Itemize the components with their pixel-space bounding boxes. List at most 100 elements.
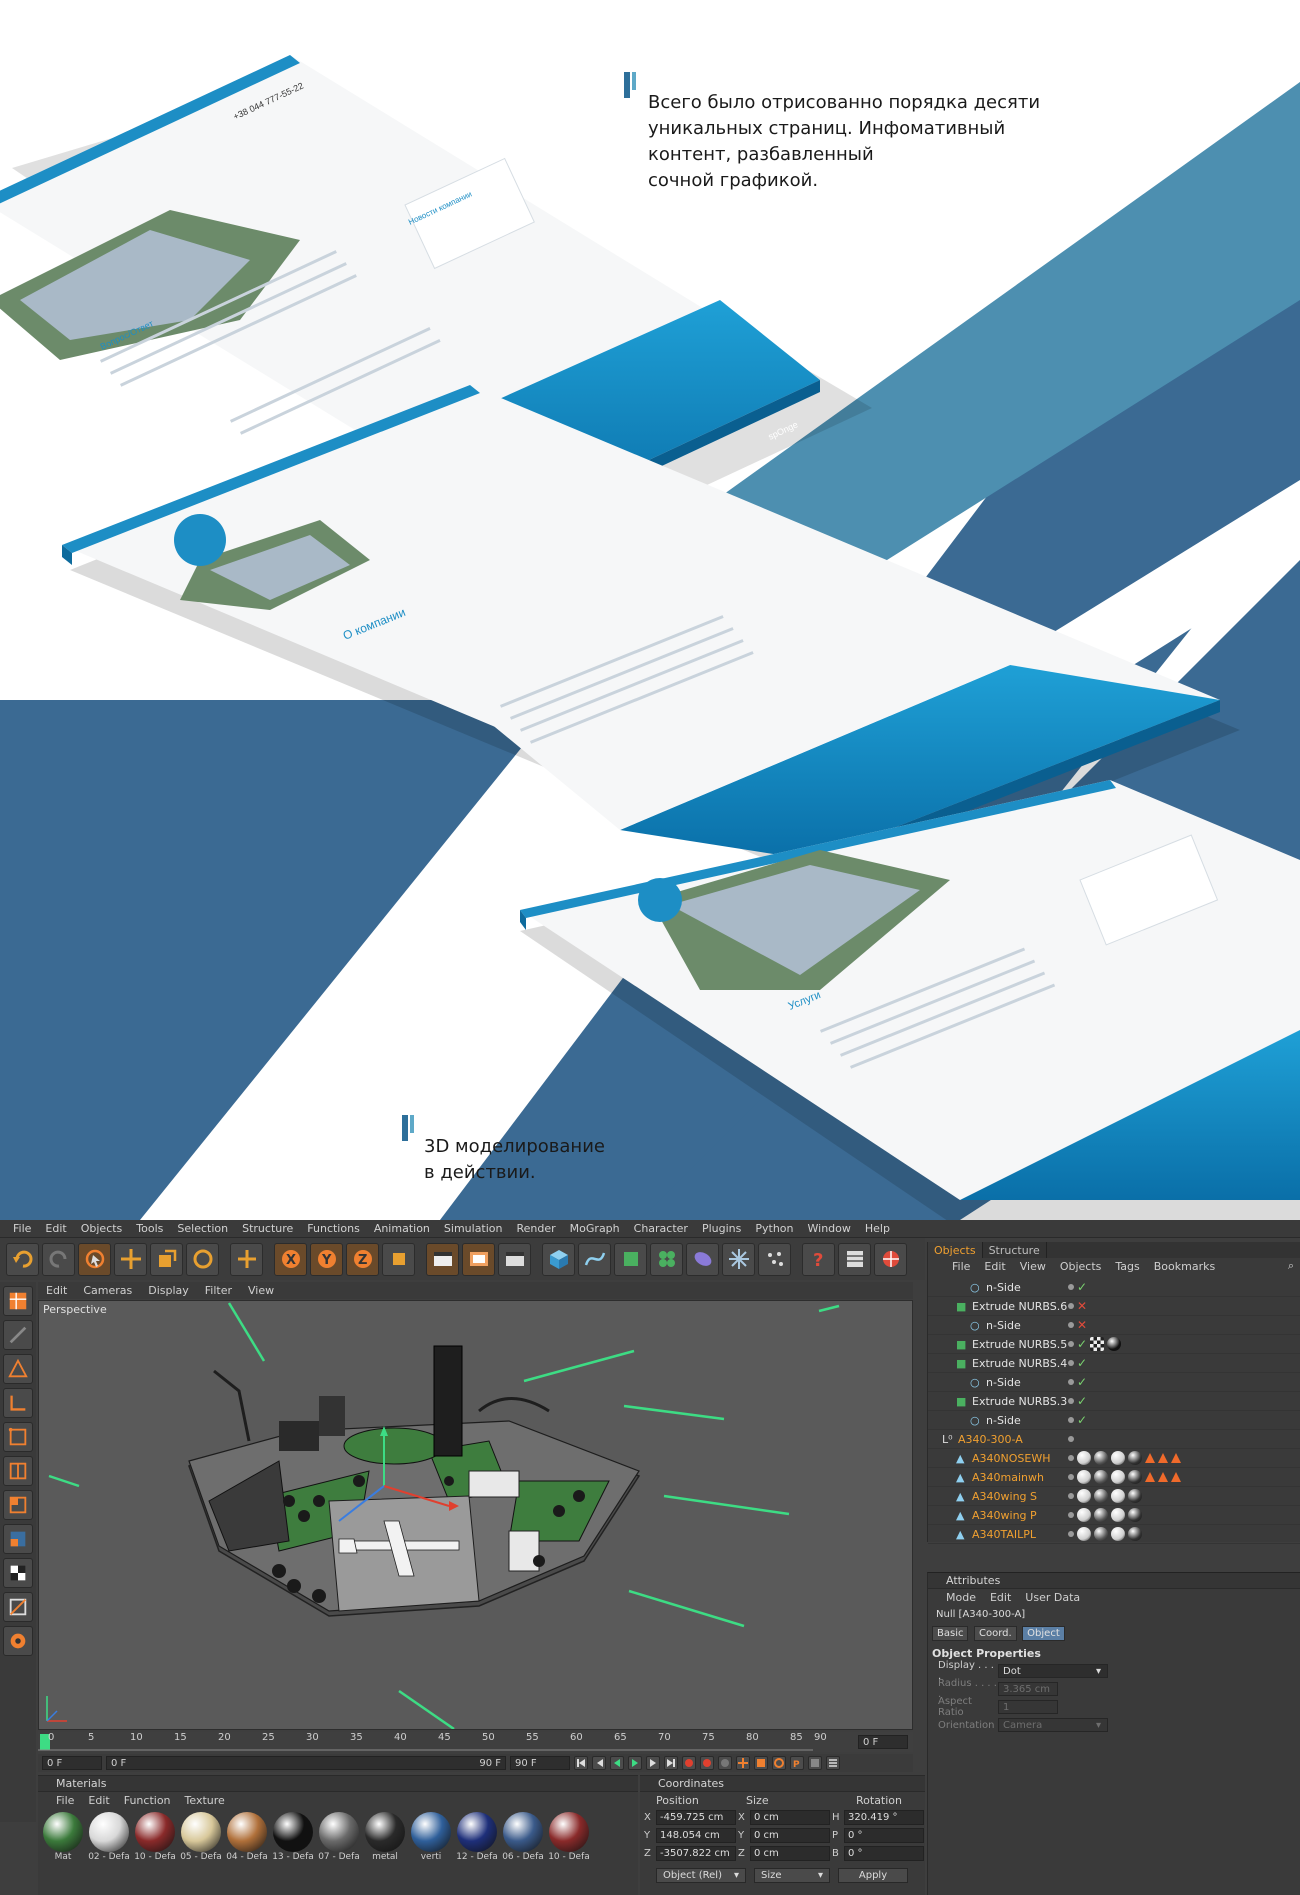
object-row[interactable]: ■ Extrude NURBS.6 ✕ [928,1297,1300,1316]
add-icon[interactable] [230,1242,263,1276]
material-tag-icon[interactable] [1111,1527,1125,1541]
perspective-viewport[interactable]: Perspective [38,1300,913,1730]
material-tag-icon[interactable] [1077,1451,1091,1465]
make-editable-icon[interactable] [3,1286,33,1316]
material-tag-icon[interactable] [1128,1489,1142,1503]
nurbs-icon[interactable] [614,1242,647,1276]
deformer-icon[interactable] [686,1242,719,1276]
preview-range-field[interactable]: 0 F 90 F [106,1756,506,1770]
current-frame-field[interactable]: 0 F [858,1735,908,1749]
visibility-dot-icon[interactable] [1068,1303,1074,1309]
visibility-dot-icon[interactable] [1068,1284,1074,1290]
visibility-dot-icon[interactable] [1068,1474,1074,1480]
visibility-dot-icon[interactable] [1068,1455,1074,1461]
material-swatch[interactable]: 04 - Defa [226,1812,268,1862]
objects-menu-view[interactable]: View [1020,1260,1046,1273]
apply-button[interactable]: Apply [838,1867,908,1883]
undo-icon[interactable] [6,1242,39,1276]
menu-objects[interactable]: Objects [74,1222,130,1235]
attributes-menu-user-data[interactable]: User Data [1025,1591,1080,1604]
materials-menu-function[interactable]: Function [124,1794,171,1807]
object-row[interactable]: ○ n-Side ✓ [928,1373,1300,1392]
menu-plugins[interactable]: Plugins [695,1222,748,1235]
menu-mograph[interactable]: MoGraph [563,1222,627,1235]
edges-mode-icon[interactable] [3,1456,33,1486]
menu-tools[interactable]: Tools [129,1222,170,1235]
material-tag-icon[interactable] [1077,1508,1091,1522]
rotation-p-field[interactable]: 0 ° [844,1827,924,1843]
rotation-h-field[interactable]: 320.419 ° [844,1809,924,1825]
array-icon[interactable] [650,1242,683,1276]
menu-window[interactable]: Window [801,1222,858,1235]
menu-file[interactable]: File [6,1222,38,1235]
material-tag-icon[interactable] [1094,1527,1108,1541]
visibility-dot-icon[interactable] [1068,1512,1074,1518]
move-icon[interactable] [114,1242,147,1276]
coordinate-system-icon[interactable] [382,1242,415,1276]
material-swatch[interactable]: 02 - Defa [88,1812,130,1862]
tab-object[interactable]: Object [1022,1626,1065,1641]
scale-key-icon[interactable] [754,1756,768,1770]
material-swatch[interactable]: Mat [42,1812,84,1862]
disabled-icon[interactable]: ✕ [1077,1300,1087,1312]
z-axis-icon[interactable]: Z [346,1242,379,1276]
objects-menu-tags[interactable]: Tags [1115,1260,1139,1273]
menu-selection[interactable]: Selection [170,1222,235,1235]
coordinate-mode-dropdown[interactable]: Object (Rel) ▾ [656,1867,746,1883]
pla-key-icon[interactable] [808,1756,822,1770]
material-tag-icon[interactable] [1128,1451,1142,1465]
size-z-field[interactable]: 0 cm [750,1845,830,1861]
enabled-check-icon[interactable]: ✓ [1077,1395,1087,1407]
play-icon[interactable] [628,1756,642,1770]
size-mode-dropdown[interactable]: Size ▾ [754,1867,830,1883]
orientation-dropdown[interactable]: Camera ▾ [998,1718,1108,1732]
material-swatch[interactable]: 12 - Defa [456,1812,498,1862]
record-icon[interactable] [682,1756,696,1770]
scale-icon[interactable] [150,1242,183,1276]
object-row[interactable]: ■ Extrude NURBS.5 ✓ [928,1335,1300,1354]
menu-simulation[interactable]: Simulation [437,1222,510,1235]
enabled-check-icon[interactable]: ✓ [1077,1357,1087,1369]
rotate-icon[interactable] [186,1242,219,1276]
texture-tag-icon[interactable] [1090,1337,1105,1351]
material-tag-icon[interactable] [1111,1489,1125,1503]
material-tag-icon[interactable] [1094,1489,1108,1503]
live-select-icon[interactable] [78,1242,111,1276]
viewport-menu-edit[interactable]: Edit [38,1284,75,1297]
material-tag-icon[interactable] [1128,1508,1142,1522]
material-tag-icon[interactable] [1128,1527,1142,1541]
menu-help[interactable]: Help [858,1222,897,1235]
cube-icon[interactable] [542,1242,575,1276]
polygons-mode-icon[interactable] [3,1490,33,1520]
material-tag-icon[interactable] [1094,1470,1108,1484]
objects-menu-bookmarks[interactable]: Bookmarks [1154,1260,1215,1273]
material-swatch[interactable]: 06 - Defa [502,1812,544,1862]
materials-menu-edit[interactable]: Edit [88,1794,109,1807]
texture-mode-icon[interactable] [3,1320,33,1350]
timeline-ruler[interactable]: 0 5 10 15 20 25 30 35 40 45 50 55 60 65 … [38,1732,913,1752]
menu-python[interactable]: Python [748,1222,800,1235]
floor-icon[interactable] [838,1242,871,1276]
aspect-ratio-field[interactable]: 1 [998,1700,1058,1714]
viewport-menu-view[interactable]: View [240,1284,282,1297]
go-to-end-icon[interactable] [664,1756,678,1770]
menu-render[interactable]: Render [510,1222,563,1235]
rotation-b-field[interactable]: 0 ° [844,1845,924,1861]
viewport-menu-filter[interactable]: Filter [197,1284,240,1297]
display-dropdown[interactable]: Dot ▾ [998,1664,1108,1678]
go-to-start-icon[interactable] [574,1756,588,1770]
visibility-dot-icon[interactable] [1068,1417,1074,1423]
model-mode-icon[interactable] [3,1354,33,1384]
axis-mode-icon[interactable] [3,1388,33,1418]
material-tag-icon[interactable] [1077,1489,1091,1503]
spline-pen-icon[interactable] [578,1242,611,1276]
end-frame-field[interactable]: 90 F [510,1756,570,1770]
tab-basic[interactable]: Basic [932,1626,969,1641]
materials-menu-texture[interactable]: Texture [185,1794,225,1807]
points-mode-icon[interactable] [3,1422,33,1452]
material-tag-icon[interactable] [1128,1470,1142,1484]
radius-field[interactable]: 3.365 cm [998,1682,1058,1696]
render-picture-queue-icon[interactable] [462,1242,495,1276]
material-swatch[interactable]: verti [410,1812,452,1862]
visibility-dot-icon[interactable] [1068,1341,1074,1347]
